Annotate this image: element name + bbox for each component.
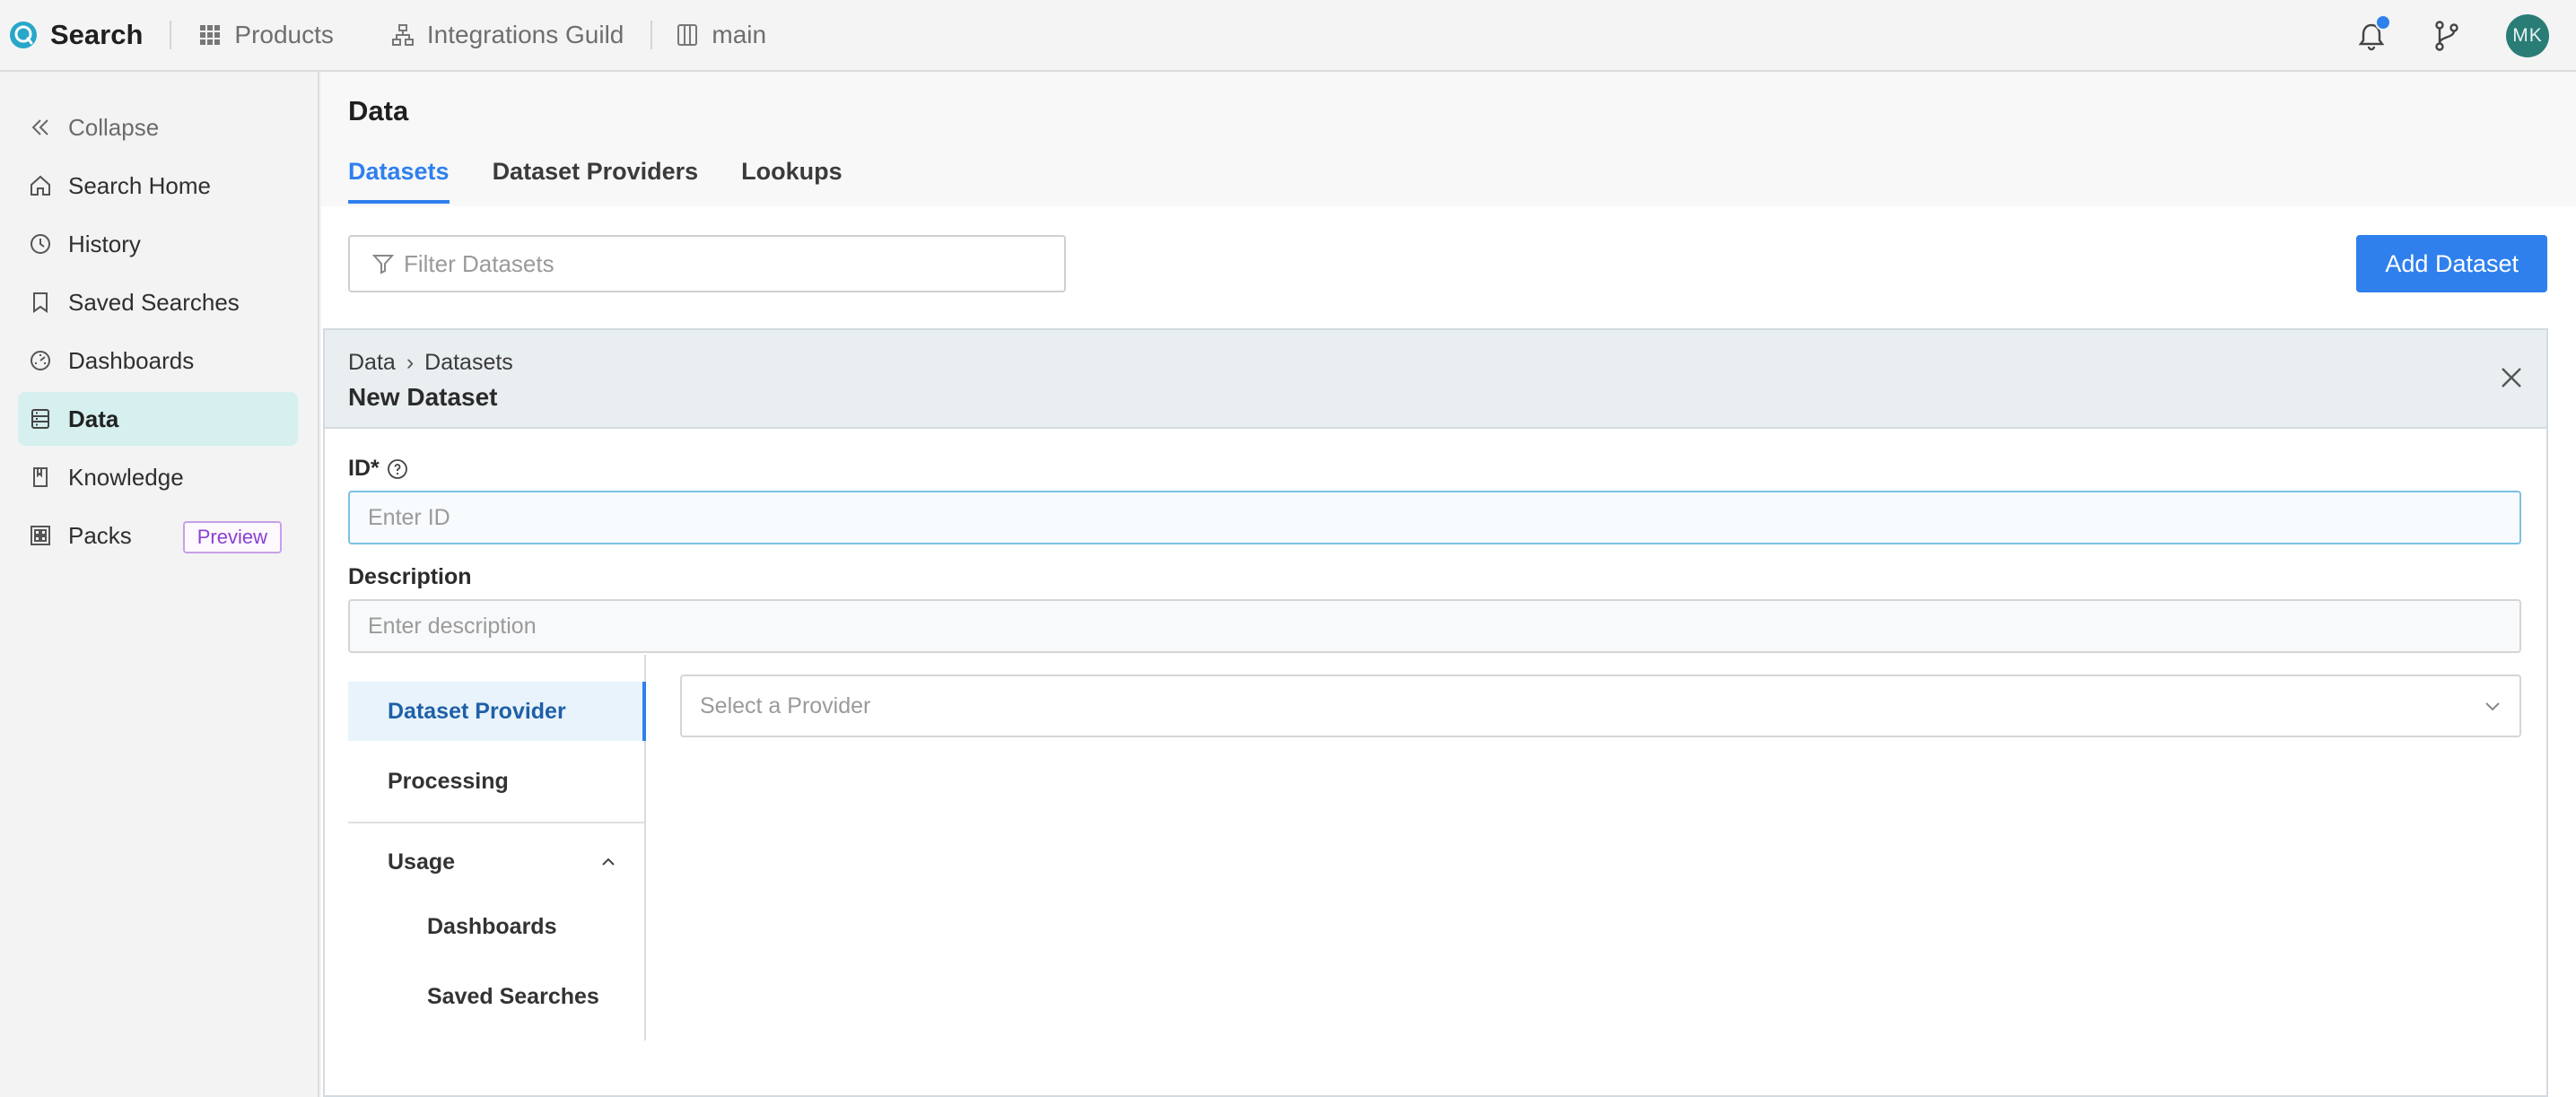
tab-dataset-providers[interactable]: Dataset Providers xyxy=(493,158,699,204)
panel-title: New Dataset xyxy=(348,383,2546,412)
tab-datasets[interactable]: Datasets xyxy=(348,158,450,204)
grid-icon xyxy=(198,23,222,47)
bookmark-icon xyxy=(29,291,52,314)
notification-dot xyxy=(2375,14,2391,30)
panel-header: Data › Datasets New Dataset xyxy=(325,330,2546,429)
sidebar-item-label: Packs xyxy=(68,522,132,550)
branch-menu[interactable]: main xyxy=(676,0,766,70)
provider-select-placeholder: Select a Provider xyxy=(700,693,870,719)
config-section: Dataset Provider Processing Usage Dashbo… xyxy=(348,655,2523,1040)
git-branch-icon[interactable] xyxy=(2431,19,2463,53)
description-placeholder: Enter description xyxy=(368,614,537,640)
breadcrumb: Data › Datasets xyxy=(348,350,2546,376)
config-nav: Dataset Provider Processing Usage Dashbo… xyxy=(348,655,646,1040)
dataset-form: ID* Enter ID Description Enter descripti… xyxy=(325,429,2546,1040)
database-icon xyxy=(29,407,52,431)
tab-bar: Datasets Dataset Providers Lookups xyxy=(348,158,2576,204)
preview-badge: Preview xyxy=(183,521,282,553)
provider-select[interactable]: Select a Provider xyxy=(680,675,2521,737)
packs-icon xyxy=(29,524,52,547)
add-dataset-button[interactable]: Add Dataset xyxy=(2356,235,2547,292)
org-chart-icon xyxy=(391,23,415,47)
description-input[interactable]: Enter description xyxy=(348,599,2521,653)
sidebar-item-saved-searches[interactable]: Saved Searches xyxy=(18,275,298,329)
new-dataset-panel: Data › Datasets New Dataset ID* Enter ID xyxy=(323,328,2548,1097)
org-menu[interactable]: Integrations Guild xyxy=(391,0,624,70)
gauge-icon xyxy=(29,349,52,372)
nav-divider xyxy=(348,822,644,823)
breadcrumb-data[interactable]: Data xyxy=(348,350,396,376)
collapse-label: Collapse xyxy=(68,114,159,142)
filter-input[interactable]: Filter Datasets xyxy=(348,235,1066,292)
id-label: ID* xyxy=(348,456,380,482)
divider xyxy=(170,21,171,49)
id-placeholder: Enter ID xyxy=(368,505,450,531)
nav-usage-saved-searches[interactable]: Saved Searches xyxy=(348,962,644,1032)
sidebar-item-knowledge[interactable]: Knowledge xyxy=(18,450,298,504)
close-icon[interactable] xyxy=(2498,364,2525,391)
tab-lookups[interactable]: Lookups xyxy=(741,158,843,204)
sidebar-item-label: History xyxy=(68,231,141,258)
double-chevron-left-icon xyxy=(29,116,52,139)
brand[interactable]: Search xyxy=(0,0,143,70)
sidebar-item-label: Data xyxy=(68,405,118,433)
book-icon xyxy=(29,466,52,489)
filter-placeholder: Filter Datasets xyxy=(404,250,554,278)
home-icon xyxy=(29,174,52,197)
nav-usage-label: Usage xyxy=(388,849,455,875)
breadcrumb-datasets[interactable]: Datasets xyxy=(424,350,513,376)
id-label-row: ID* xyxy=(348,456,2523,482)
help-icon[interactable] xyxy=(387,458,408,480)
collapse-button[interactable]: Collapse xyxy=(18,100,298,154)
chevron-down-icon xyxy=(2482,695,2503,717)
page-title: Data xyxy=(348,95,2576,127)
breadcrumb-separator: › xyxy=(406,350,414,376)
toolbar: Filter Datasets Add Dataset xyxy=(321,206,2576,326)
org-label: Integrations Guild xyxy=(427,21,624,49)
nav-dataset-provider[interactable]: Dataset Provider xyxy=(348,682,644,741)
divider xyxy=(651,21,652,49)
products-menu[interactable]: Products xyxy=(198,0,334,70)
avatar[interactable]: MK xyxy=(2506,14,2549,57)
id-input[interactable]: Enter ID xyxy=(348,491,2521,544)
search-logo-icon xyxy=(9,21,38,49)
workspace-icon xyxy=(676,23,699,47)
nav-usage-dashboards[interactable]: Dashboards xyxy=(348,892,644,962)
branch-label: main xyxy=(712,21,766,49)
page-header: Data Datasets Dataset Providers Lookups xyxy=(321,72,2576,206)
sidebar-item-label: Dashboards xyxy=(68,347,194,375)
sidebar-item-dashboards[interactable]: Dashboards xyxy=(18,334,298,387)
main-content: Data Datasets Dataset Providers Lookups … xyxy=(321,72,2576,1097)
config-pane: Select a Provider xyxy=(646,655,2523,1040)
filter-icon xyxy=(371,252,395,275)
sidebar-item-packs[interactable]: Packs Preview xyxy=(18,509,298,562)
sidebar-item-data[interactable]: Data xyxy=(18,392,298,446)
history-icon xyxy=(29,232,52,256)
chevron-up-icon xyxy=(599,853,617,871)
notifications-button[interactable] xyxy=(2353,18,2389,54)
products-label: Products xyxy=(234,21,334,49)
sidebar-item-label: Saved Searches xyxy=(68,289,240,317)
description-label: Description xyxy=(348,564,2523,590)
sidebar-item-label: Knowledge xyxy=(68,464,184,492)
nav-processing[interactable]: Processing xyxy=(348,752,644,811)
sidebar: Collapse Search Home History Saved Searc… xyxy=(0,72,319,1097)
app-name: Search xyxy=(50,19,143,51)
sidebar-item-label: Search Home xyxy=(68,172,211,200)
sidebar-item-history[interactable]: History xyxy=(18,217,298,271)
sidebar-item-search-home[interactable]: Search Home xyxy=(18,159,298,213)
top-bar: Search Products Integrations Guild xyxy=(0,0,2576,72)
nav-usage[interactable]: Usage xyxy=(348,832,644,892)
